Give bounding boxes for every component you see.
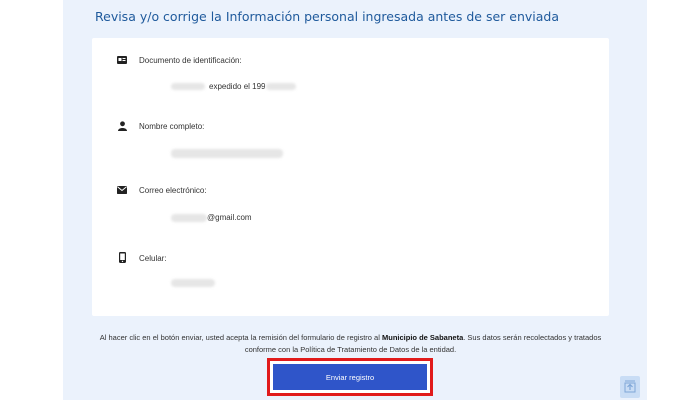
name-value [171, 149, 283, 158]
consent-notice: Al hacer clic en el botón enviar, usted … [99, 333, 602, 354]
redacted-name [171, 149, 283, 158]
envelope-icon [116, 184, 128, 196]
document-value: expedido el 199 [171, 82, 296, 91]
redacted-email-user [171, 213, 207, 222]
submit-registration-button[interactable]: Enviar registro [273, 364, 427, 390]
submit-highlight: Enviar registro [267, 358, 433, 396]
id-card-icon [116, 54, 128, 66]
mobile-phone-icon [116, 251, 128, 263]
email-label: Correo electrónico: [139, 186, 207, 195]
scroll-to-top-button[interactable] [620, 376, 640, 398]
redacted-document-number [171, 83, 205, 90]
arrow-up-icon [624, 379, 636, 398]
phone-label: Celular: [139, 254, 167, 263]
redacted-phone [171, 279, 215, 287]
review-card [92, 38, 609, 316]
email-value: @gmail.com [171, 213, 252, 222]
entity-name: Municipio de Sabaneta [381, 333, 464, 342]
user-icon [116, 120, 128, 132]
name-label: Nombre completo: [139, 122, 205, 131]
phone-value [171, 279, 215, 287]
page-title: Revisa y/o corrige la Información person… [95, 9, 560, 24]
document-label: Documento de identificación: [139, 56, 242, 65]
redacted-date [265, 83, 296, 90]
